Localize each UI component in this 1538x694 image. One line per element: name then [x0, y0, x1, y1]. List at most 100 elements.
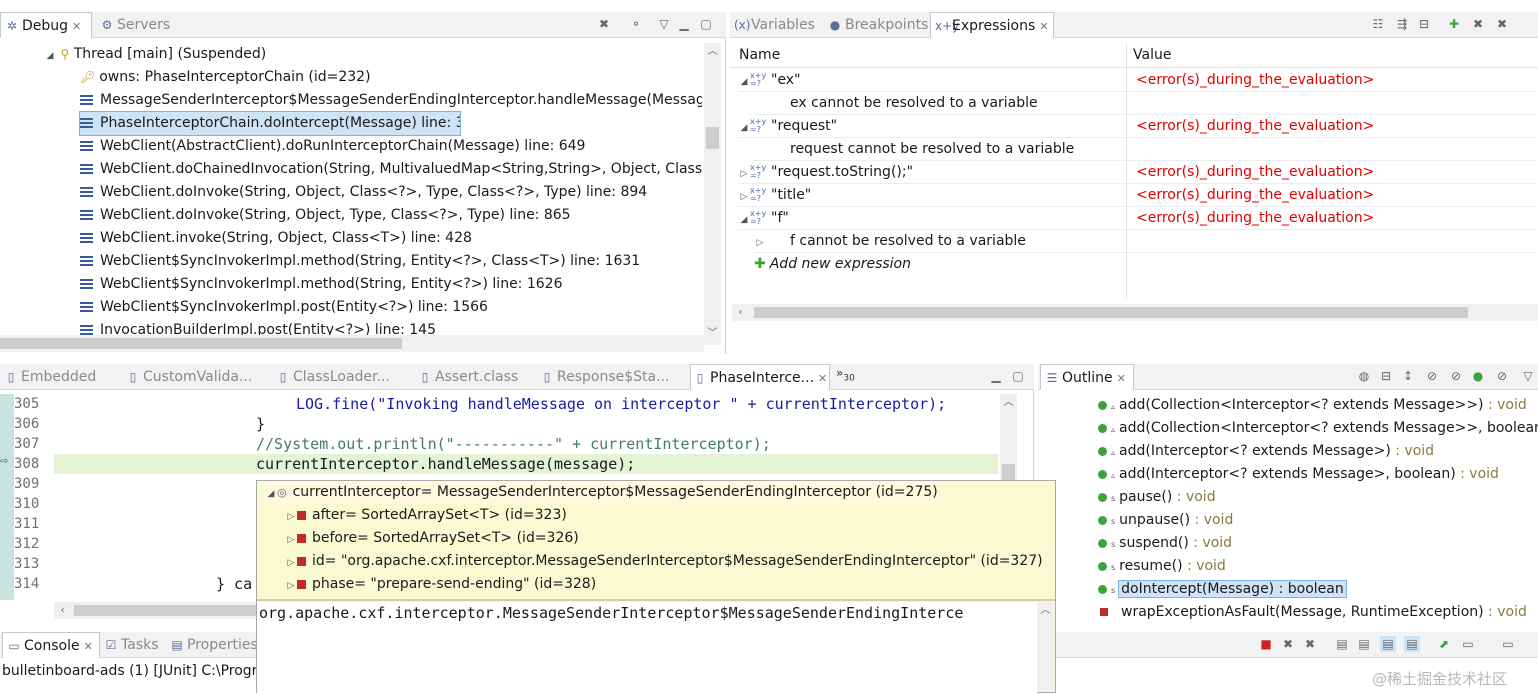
stack-frame[interactable]: WebClient.doInvoke(String, Object, Class… — [80, 181, 702, 204]
expression-row[interactable]: ▷x+y =? "title" <error(s)_during_the_evalua… — [738, 184, 1536, 207]
tab-debug[interactable]: ✲ Debug ✕ — [0, 12, 92, 38]
add-expression-row[interactable]: ✚ Add new expression — [754, 253, 911, 276]
tab-overflow[interactable]: »30 — [836, 366, 855, 383]
scroll-up-icon[interactable]: ︿ — [1037, 602, 1054, 619]
hide-nonpublic-icon[interactable]: ● — [1470, 368, 1486, 384]
tab-console[interactable]: ▭ Console ✕ — [2, 632, 100, 658]
stack-frame[interactable]: WebClient$SyncInvokerImpl.method(String,… — [80, 250, 702, 273]
close-icon[interactable]: ✕ — [1117, 372, 1126, 385]
outline-item[interactable]: s pause() : void — [1098, 486, 1538, 509]
show-on-output-icon[interactable]: ▤ — [1404, 636, 1420, 652]
close-icon[interactable]: ✕ — [72, 20, 81, 33]
popup-vscroll[interactable]: ︿ — [1037, 602, 1054, 692]
hscroll-thumb[interactable] — [0, 338, 402, 349]
sort-icon[interactable]: ↕ — [1400, 368, 1416, 384]
expand-arrow-icon[interactable]: ▷ — [754, 232, 766, 252]
maximize-icon[interactable]: ▢ — [698, 16, 714, 32]
remove-terminated-icon[interactable]: ✖ — [596, 16, 612, 32]
close-icon[interactable]: ✕ — [1039, 20, 1048, 33]
tab-phaseinterceptor[interactable]: ▯ PhaseInterce... ✕ — [690, 364, 830, 390]
remove-all-launches-icon[interactable]: ✖ — [1302, 636, 1318, 652]
hscroll-thumb[interactable] — [74, 605, 260, 616]
tab-expressions[interactable]: x+yExpressions ✕ — [930, 12, 1054, 38]
expand-arrow-icon[interactable]: ▷ — [738, 163, 750, 183]
close-icon[interactable]: ✕ — [818, 372, 827, 385]
expression-row[interactable]: ◢x+y =? "ex" <error(s)_during_the_evaluatio… — [738, 69, 1536, 92]
scroll-left-icon[interactable]: ‹ — [54, 602, 71, 619]
word-wrap-icon[interactable]: ▤ — [1380, 636, 1396, 652]
stack-frame[interactable]: WebClient(AbstractClient).doRunIntercept… — [80, 135, 702, 158]
thread-row[interactable]: ◢ ⚲ Thread [main] (Suspended) — [44, 43, 267, 66]
code-line[interactable]: currentInterceptor.handleMessage(message… — [256, 454, 635, 474]
outline-item[interactable]: wrapExceptionAsFault(Message, RuntimeExc… — [1098, 601, 1538, 624]
pin-console-icon[interactable]: ⬈ — [1436, 636, 1452, 652]
add-expression-icon[interactable]: ✚ — [1446, 16, 1462, 32]
collapse-all-icon[interactable]: ⊟ — [1378, 368, 1394, 384]
hide-fields-icon[interactable]: ⊘ — [1424, 368, 1440, 384]
expand-arrow-icon[interactable]: ▷ — [738, 186, 750, 206]
hscroll-thumb[interactable] — [754, 307, 1468, 318]
expand-arrow-icon[interactable]: ▷ — [285, 552, 297, 575]
hide-local-types-icon[interactable]: ⊘ — [1494, 368, 1510, 384]
popup-root-row[interactable]: ◢ ◎ currentInterceptor= MessageSenderInter… — [265, 481, 938, 504]
minimize-icon[interactable]: ▁ — [676, 16, 692, 32]
collapse-arrow-icon[interactable]: ◢ — [265, 483, 277, 506]
popup-field-row[interactable]: ▷ after= SortedArraySet<T> (id=323) — [285, 504, 567, 527]
stack-frame[interactable]: MessageSenderInterceptor$MessageSenderEn… — [80, 89, 702, 112]
outline-item[interactable]: s doIntercept(Message) : boolean — [1098, 578, 1538, 601]
debug-hscroll[interactable] — [0, 335, 704, 352]
tab-properties[interactable]: ▤ Properties — [170, 632, 256, 658]
stack-frame[interactable]: WebClient.doChainedInvocation(String, Mu… — [80, 158, 702, 181]
tab-response[interactable]: ▯ Response$Sta... — [540, 364, 680, 390]
outline-item[interactable]: s unpause() : void — [1098, 509, 1538, 532]
scroll-down-icon[interactable]: ﹀ — [704, 325, 721, 342]
expression-child-row[interactable]: ▷ f cannot be resolved to a variable — [754, 230, 1536, 253]
expand-arrow-icon[interactable]: ▷ — [285, 575, 297, 598]
tab-outline[interactable]: ☰ Outline ✕ — [1040, 364, 1134, 390]
remove-launch-icon[interactable]: ✖ — [1280, 636, 1296, 652]
terminate-icon[interactable]: ■ — [1258, 636, 1274, 652]
outline-item[interactable]: ▵ add(Collection<Interceptor<? extends Me… — [1098, 417, 1538, 440]
debug-vscroll[interactable]: ︿ ﹀ — [704, 43, 721, 345]
tab-assert[interactable]: ▯ Assert.class — [418, 364, 538, 390]
tab-variables[interactable]: (x)Variables — [732, 12, 824, 38]
popup-divider[interactable] — [257, 599, 1055, 601]
outline-item[interactable]: ▵ add(Interceptor<? extends Message>) : v… — [1098, 440, 1538, 463]
scroll-up-icon[interactable]: ︿ — [704, 43, 721, 60]
expression-child-row[interactable]: request cannot be resolved to a variable — [754, 138, 1536, 161]
tab-classloader[interactable]: ▯ ClassLoader... — [276, 364, 396, 390]
collapse-arrow-icon[interactable]: ◢ — [738, 117, 750, 137]
collapse-arrow-icon[interactable]: ◢ — [738, 71, 750, 91]
owns-row[interactable]: 🔑︎ owns: PhaseInterceptorChain (id=232) — [80, 66, 371, 89]
stack-frame[interactable]: WebClient$SyncInvokerImpl.method(String,… — [80, 273, 702, 296]
tab-breakpoints[interactable]: ● Breakpoints — [826, 12, 928, 38]
tab-customvalida[interactable]: ▯ CustomValida... — [126, 364, 276, 390]
tab-servers[interactable]: ⚙ Servers — [96, 12, 176, 38]
outline-item[interactable]: ▵ add(Collection<Interceptor<? extends Me… — [1098, 394, 1538, 417]
show-logical-icon[interactable]: ⇶ — [1394, 16, 1410, 32]
popup-field-row[interactable]: ▷ before= SortedArraySet<T> (id=326) — [285, 527, 579, 550]
expression-child-row[interactable]: ex cannot be resolved to a variable — [754, 92, 1536, 115]
view-menu-icon[interactable]: ▽ — [1520, 368, 1536, 384]
expand-arrow-icon[interactable]: ▷ — [285, 529, 297, 552]
focus-icon[interactable]: ◍ — [1356, 368, 1372, 384]
scroll-up-icon[interactable]: ︿ — [1000, 394, 1017, 411]
outline-item[interactable]: s resume() : void — [1098, 555, 1538, 578]
scroll-lock-icon[interactable]: ▤ — [1356, 636, 1372, 652]
col-name[interactable]: Name — [739, 47, 780, 63]
outline-item[interactable]: ▵ add(Interceptor<? extends Message>, boo… — [1098, 463, 1538, 486]
expand-arrow-icon[interactable]: ◢ — [44, 45, 56, 66]
outline-item[interactable]: s suspend() : void — [1098, 532, 1538, 555]
expression-row[interactable]: ▷x+y =? "request.toString();" <error(s)_dur… — [738, 161, 1536, 184]
display-console-icon[interactable]: ▭ — [1460, 636, 1476, 652]
expand-arrow-icon[interactable]: ▷ — [285, 506, 297, 529]
open-console-icon[interactable]: ▭ — [1500, 636, 1516, 652]
tab-tasks[interactable]: ☑ Tasks — [104, 632, 168, 658]
popup-field-row[interactable]: ▷ phase= "prepare-send-ending" (id=328) — [285, 573, 597, 598]
code-line[interactable]: LOG.fine("Invoking handleMessage on inte… — [296, 394, 946, 414]
tab-embedded[interactable]: ▯ Embedded — [4, 364, 122, 390]
remove-expression-icon[interactable]: ✖ — [1470, 16, 1486, 32]
expression-row[interactable]: ◢x+y =? "f" <error(s)_during_the_evaluation… — [738, 207, 1536, 230]
scroll-thumb[interactable] — [706, 127, 719, 149]
code-line[interactable]: } — [256, 414, 265, 434]
